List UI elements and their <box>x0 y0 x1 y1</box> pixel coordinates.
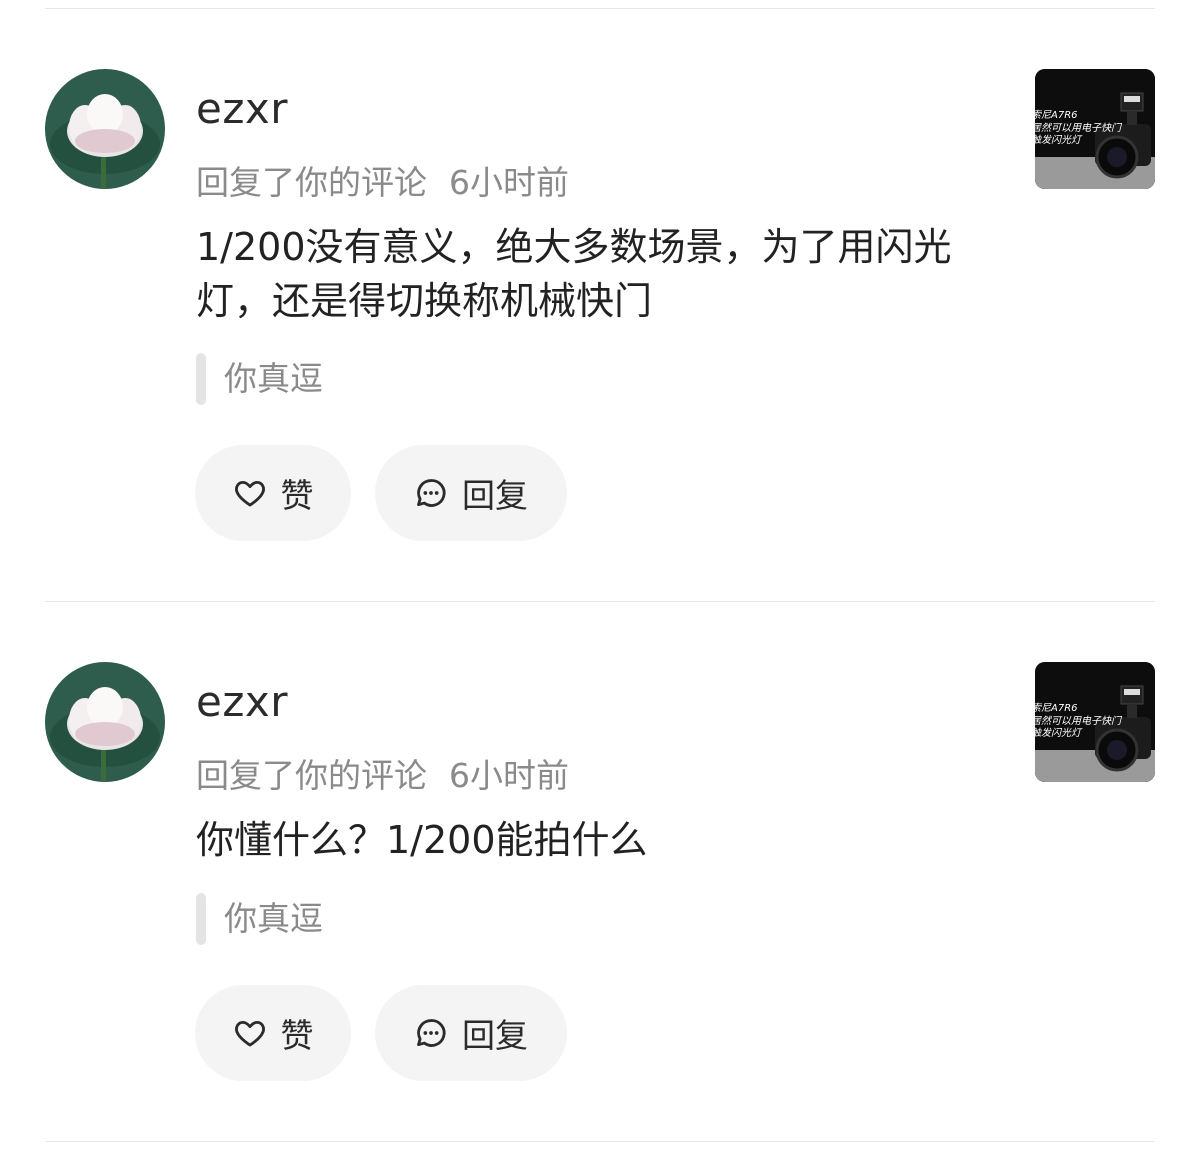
quoted-text: 你真逗 <box>224 359 323 398</box>
quoted-text: 你真逗 <box>224 899 323 938</box>
thumbnail-caption-3: 触发闪光灯 <box>1035 728 1081 739</box>
username[interactable]: ezxr <box>196 681 288 723</box>
comment-text[interactable]: 你懂什么？1/200能拍什么 <box>196 813 986 867</box>
like-label: 赞 <box>280 1016 314 1055</box>
chat-bubble-icon <box>414 476 448 510</box>
comment-text[interactable]: 1/200没有意义，绝大多数场景，为了用闪光灯，还是得切换称机械快门 <box>196 220 986 328</box>
meta-line: 回复了你的评论 6小时前 <box>196 166 569 199</box>
meta-line: 回复了你的评论 6小时前 <box>196 759 569 792</box>
user-avatar[interactable] <box>45 69 165 189</box>
thumbnail-caption-1: 索尼A7R6 <box>1035 703 1078 714</box>
item-divider <box>45 1141 1155 1142</box>
top-divider <box>45 8 1155 9</box>
like-button[interactable]: 赞 <box>195 985 351 1081</box>
quote-bar <box>196 353 206 405</box>
post-thumbnail[interactable]: 索尼A7R6 居然可以用电子快门 触发闪光灯 <box>1035 662 1155 782</box>
quote-bar <box>196 893 206 945</box>
user-avatar[interactable] <box>45 662 165 782</box>
reply-label: 回复 <box>462 1016 528 1055</box>
item-divider <box>45 601 1155 602</box>
reply-label: 回复 <box>462 476 528 515</box>
heart-outline-icon <box>233 476 267 510</box>
like-label: 赞 <box>280 476 314 515</box>
reply-button[interactable]: 回复 <box>375 445 567 541</box>
thumbnail-caption-3: 触发闪光灯 <box>1035 135 1081 146</box>
post-thumbnail[interactable]: 索尼A7R6 居然可以用电子快门 触发闪光灯 <box>1035 69 1155 189</box>
timestamp: 6小时前 <box>449 756 569 795</box>
thumbnail-caption-2: 居然可以用电子快门 <box>1035 716 1121 727</box>
like-button[interactable]: 赞 <box>195 445 351 541</box>
chat-bubble-icon <box>414 1016 448 1050</box>
thumbnail-caption-1: 索尼A7R6 <box>1035 110 1078 121</box>
reply-button[interactable]: 回复 <box>375 985 567 1081</box>
heart-outline-icon <box>233 1016 267 1050</box>
thumbnail-caption-2: 居然可以用电子快门 <box>1035 123 1121 134</box>
timestamp: 6小时前 <box>449 163 569 202</box>
action-text: 回复了你的评论 <box>196 163 427 202</box>
action-text: 回复了你的评论 <box>196 756 427 795</box>
username[interactable]: ezxr <box>196 88 288 130</box>
